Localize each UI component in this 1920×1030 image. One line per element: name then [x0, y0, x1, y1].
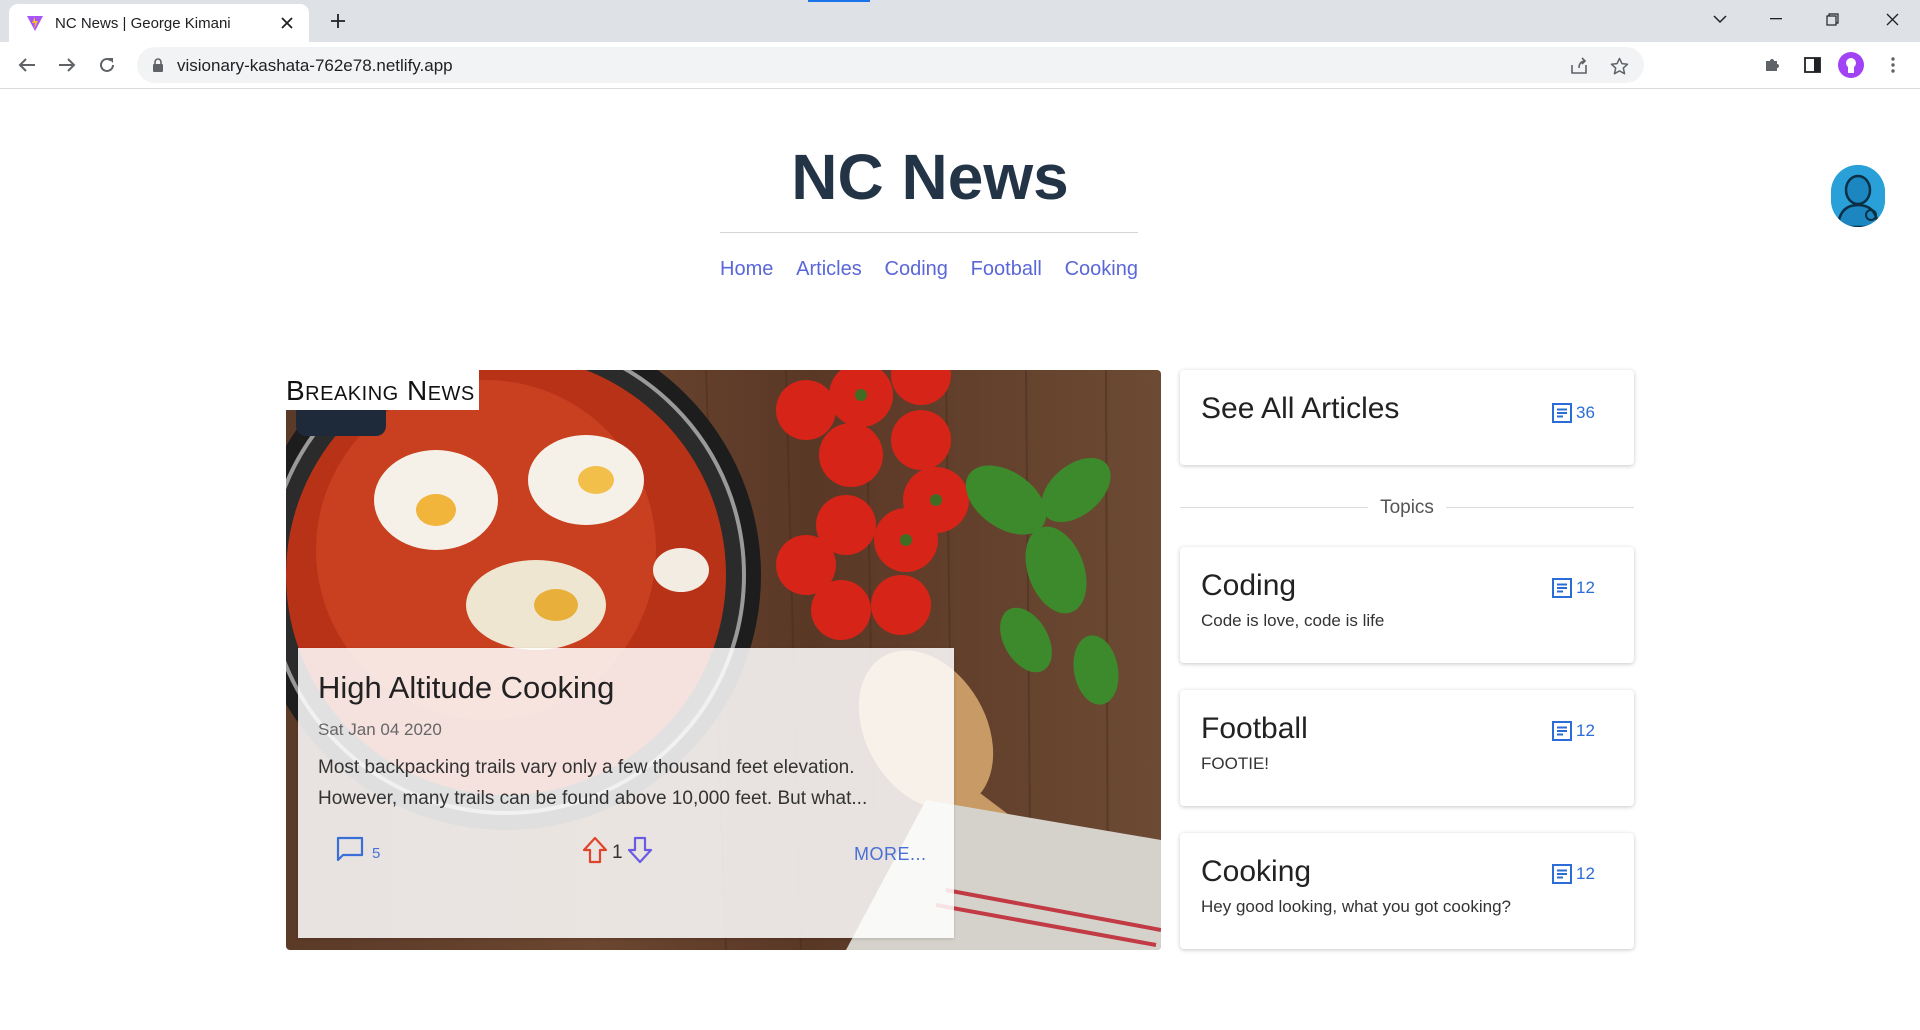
article-title[interactable]: High Altitude Cooking [318, 670, 614, 706]
article-date: Sat Jan 04 2020 [318, 720, 442, 739]
browser-toolbar: visionary-kashata-762e78.netlify.app [0, 42, 1920, 89]
comments-button[interactable]: 5 [336, 836, 380, 867]
share-icon[interactable] [1568, 55, 1590, 77]
nav-link-articles[interactable]: Articles [796, 258, 862, 281]
topic-article-count: 12 [1551, 577, 1595, 599]
nav-link-cooking[interactable]: Cooking [1065, 258, 1138, 281]
extensions-puzzle-icon[interactable] [1759, 52, 1785, 78]
topic-title[interactable]: Cooking [1201, 855, 1311, 889]
nav-link-home[interactable]: Home [720, 258, 773, 281]
featured-article-card[interactable]: High Altitude Cooking Sat Jan 04 2020 Mo… [298, 648, 954, 938]
topic-count-value: 12 [1576, 864, 1595, 883]
vite-favicon-icon [25, 13, 45, 33]
site-title: NC News [791, 141, 1069, 213]
article-excerpt: Most backpacking trails vary only a few … [318, 757, 868, 809]
see-all-articles-card[interactable]: See All Articles 36 [1180, 370, 1634, 465]
article-list-icon [1552, 578, 1572, 598]
title-divider [720, 232, 1138, 233]
topic-count-value: 12 [1576, 578, 1595, 597]
browser-tab-active[interactable]: NC News | George Kimani [9, 4, 309, 42]
topic-card-cooking[interactable]: Cooking Hey good looking, what you got c… [1180, 833, 1634, 949]
tab-close-icon[interactable] [277, 13, 297, 33]
restore-icon[interactable] [1804, 0, 1860, 38]
topics-divider-line-right [1446, 507, 1634, 508]
topic-description: Code is love, code is life [1201, 611, 1385, 630]
new-tab-icon[interactable] [326, 9, 350, 33]
comment-count: 5 [372, 845, 381, 862]
breaking-news-badge: Breaking News [286, 370, 479, 410]
upvote-arrow-up-icon[interactable] [582, 836, 608, 869]
topic-article-count: 12 [1551, 720, 1595, 742]
back-icon[interactable] [12, 50, 42, 80]
topics-label: Topics [1380, 497, 1434, 518]
bookmark-star-icon[interactable] [1608, 55, 1630, 77]
lock-icon[interactable] [151, 57, 165, 73]
main-nav: Home Articles Coding Football Cooking [720, 258, 1138, 281]
more-link[interactable]: MORE... [854, 844, 927, 865]
address-bar[interactable]: visionary-kashata-762e78.netlify.app [137, 47, 1644, 83]
forward-icon[interactable] [52, 50, 82, 80]
browser-tab-strip: NC News | George Kimani [0, 0, 1920, 42]
reload-icon[interactable] [92, 50, 122, 80]
downvote-arrow-down-icon[interactable] [627, 836, 653, 869]
see-all-articles-title[interactable]: See All Articles [1201, 392, 1399, 426]
article-count: 36 [1551, 402, 1595, 424]
tab-search-chevron-icon[interactable] [1692, 0, 1748, 38]
user-avatar[interactable] [1831, 165, 1885, 227]
minimize-icon[interactable] [1748, 0, 1804, 38]
vote-controls: 1 [582, 836, 653, 869]
topics-divider: Topics [1180, 497, 1634, 518]
topic-article-count: 12 [1551, 863, 1595, 885]
url-text[interactable]: visionary-kashata-762e78.netlify.app [177, 56, 453, 76]
vote-count: 1 [612, 841, 623, 863]
nav-link-football[interactable]: Football [971, 258, 1042, 281]
article-list-icon [1552, 864, 1572, 884]
topic-title[interactable]: Coding [1201, 569, 1296, 603]
tab-loading-indicator [808, 0, 870, 2]
topic-count-value: 12 [1576, 721, 1595, 740]
chrome-menu-kebab-icon[interactable] [1880, 52, 1906, 78]
topic-description: Hey good looking, what you got cooking? [1201, 897, 1511, 916]
close-window-icon[interactable] [1864, 0, 1920, 38]
topic-description: FOOTIE! [1201, 754, 1269, 773]
topic-card-football[interactable]: Football FOOTIE! 12 [1180, 690, 1634, 806]
side-panel-icon[interactable] [1799, 52, 1825, 78]
article-list-icon [1552, 403, 1572, 423]
article-list-icon [1552, 721, 1572, 741]
tab-title: NC News | George Kimani [55, 14, 231, 32]
nav-link-coding[interactable]: Coding [885, 258, 948, 281]
topic-card-coding[interactable]: Coding Code is love, code is life 12 [1180, 547, 1634, 663]
article-count-value: 36 [1576, 403, 1595, 422]
topic-title[interactable]: Football [1201, 712, 1308, 746]
profile-avatar-icon[interactable] [1838, 52, 1864, 78]
comment-icon [336, 836, 364, 867]
